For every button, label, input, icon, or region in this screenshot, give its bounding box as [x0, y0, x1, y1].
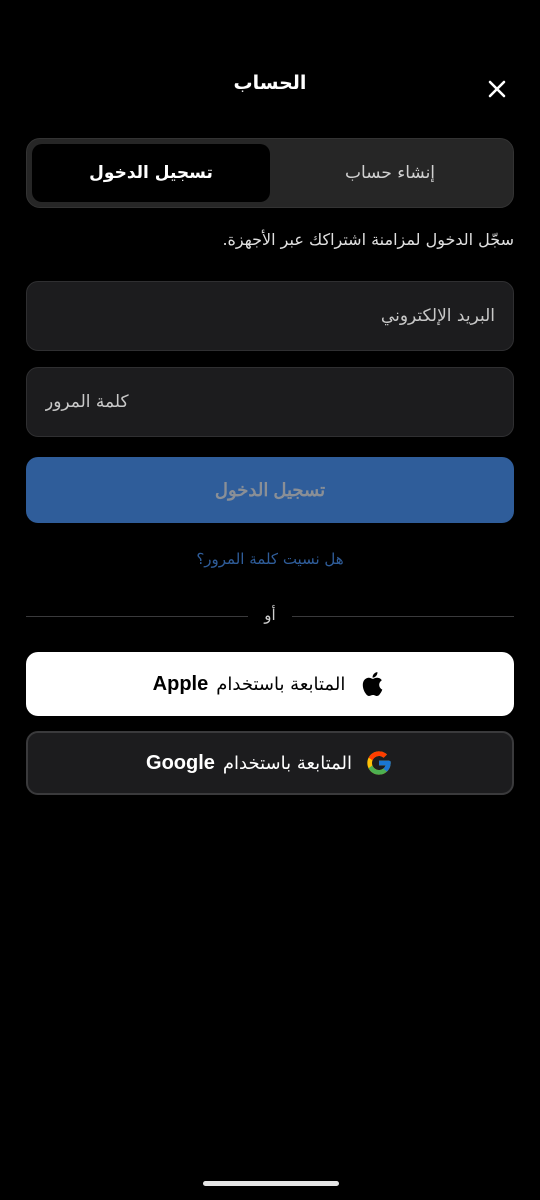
password-field[interactable]: [45, 392, 495, 412]
password-field-container: [26, 367, 514, 437]
apple-brand-label: Apple: [152, 672, 209, 695]
login-button[interactable]: تسجيل الدخول: [26, 457, 514, 523]
login-subtitle: سجّل الدخول لمزامنة اشتراكك عبر الأجهزة.: [222, 230, 514, 249]
or-divider: أو: [26, 606, 514, 628]
apple-logo-icon: [357, 669, 387, 699]
tab-login[interactable]: تسجيل الدخول: [32, 144, 270, 202]
google-brand-label: Google: [146, 751, 215, 774]
continue-with-google-button[interactable]: المتابعة باستخدام Google: [26, 731, 514, 795]
account-screen: الحساب إنشاء حساب تسجيل الدخول سجّل الدخ…: [0, 0, 540, 1200]
header: الحساب: [0, 62, 540, 110]
apple-button-label: المتابعة باستخدام: [216, 673, 346, 695]
auth-mode-segmented-control: إنشاء حساب تسجيل الدخول: [26, 138, 514, 208]
home-indicator: [203, 1181, 339, 1186]
close-icon: [488, 80, 506, 98]
email-field[interactable]: [45, 306, 495, 326]
continue-with-apple-button[interactable]: المتابعة باستخدام Apple: [26, 652, 514, 716]
page-title: الحساب: [233, 72, 307, 94]
divider-line-right: [292, 616, 514, 617]
forgot-password-link[interactable]: هل نسيت كلمة المرور؟: [0, 550, 540, 568]
email-field-container: [26, 281, 514, 351]
google-button-label: المتابعة باستخدام: [222, 752, 352, 774]
google-logo-icon: [364, 748, 394, 778]
or-label: أو: [264, 606, 276, 624]
tab-signup[interactable]: إنشاء حساب: [271, 144, 509, 202]
close-button[interactable]: [482, 74, 512, 104]
